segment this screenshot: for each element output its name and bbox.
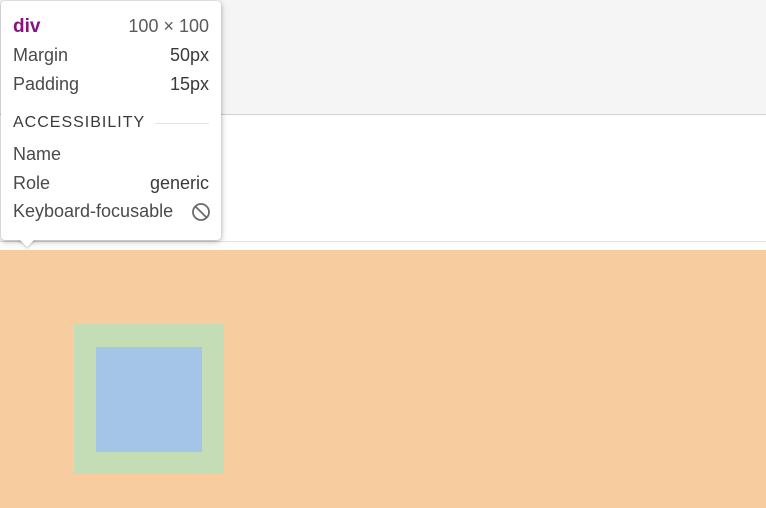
content-highlight[interactable] [96, 347, 202, 452]
margin-value: 50px [169, 45, 209, 65]
section-divider [155, 122, 209, 124]
padding-row: Padding 15px [13, 70, 209, 99]
element-dimensions: 100 × 100 [128, 16, 209, 36]
a11y-name-row: Name [13, 140, 209, 169]
devtools-inspect-page: div 100 × 100 Margin 50px Padding 15px A… [0, 0, 766, 508]
accessibility-section-header: ACCESSIBILITY [13, 112, 209, 134]
inspect-tooltip: div 100 × 100 Margin 50px Padding 15px A… [1, 1, 221, 240]
a11y-role-value: generic [149, 173, 209, 193]
padding-value: 15px [169, 74, 209, 94]
a11y-keyboard-row: Keyboard-focusable [13, 198, 211, 225]
a11y-keyboard-label: Keyboard-focusable [13, 201, 174, 221]
element-tag-name: div [13, 15, 41, 37]
padding-label: Padding [13, 74, 80, 94]
a11y-name-label: Name [13, 144, 62, 164]
tooltip-header: div 100 × 100 [13, 12, 209, 41]
a11y-role-label: Role [13, 173, 51, 193]
margin-label: Margin [13, 45, 69, 65]
not-allowed-icon [191, 202, 211, 222]
tooltip-arrow [18, 238, 36, 247]
margin-row: Margin 50px [13, 41, 209, 70]
accessibility-heading: ACCESSIBILITY [13, 114, 146, 131]
a11y-role-row: Role generic [13, 169, 209, 198]
